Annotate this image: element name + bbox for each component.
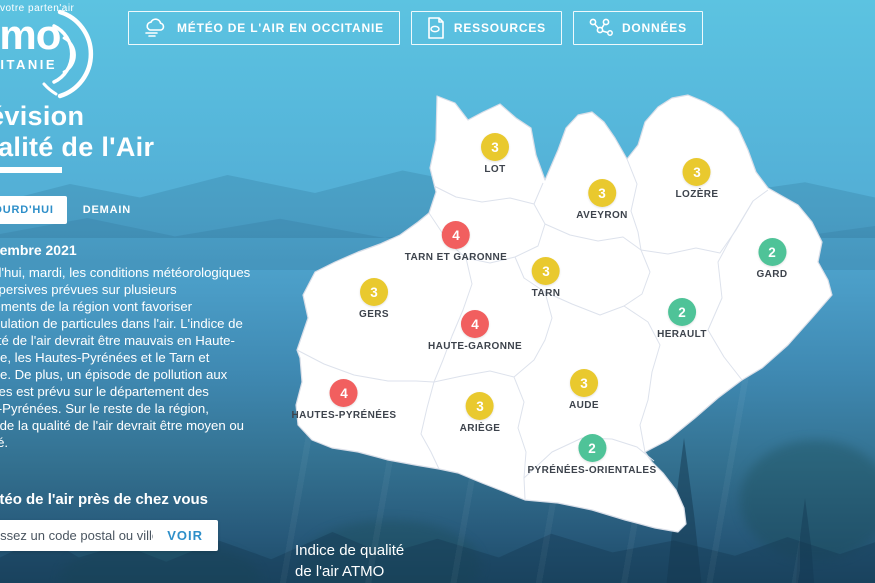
aqi-badge: 4 — [442, 221, 470, 249]
aqi-badge: 2 — [668, 298, 696, 326]
aqi-badge: 3 — [466, 392, 494, 420]
department-marker[interactable]: 4 HAUTE-GARONNE — [428, 310, 522, 352]
document-icon — [427, 17, 445, 39]
aqi-badge: 3 — [532, 257, 560, 285]
aqi-badge: 3 — [570, 369, 598, 397]
logo-swoosh-icon — [42, 6, 104, 102]
cloud-wind-icon — [144, 18, 168, 38]
page: 3 LOT 3 AVEYRON 3 LOZÈRE 2 GARD 4 TARN E… — [0, 0, 875, 583]
department-label: AUDE — [569, 400, 599, 411]
meteo-air-button[interactable]: MÉTÉO DE L'AIR EN OCCITANIE — [128, 11, 400, 45]
department-marker[interactable]: 2 PYRÉNÉES-ORIENTALES — [527, 434, 656, 476]
department-label: TARN ET GARONNE — [405, 252, 507, 263]
department-label: AVEYRON — [576, 210, 628, 221]
data-network-icon — [589, 18, 613, 38]
department-label: LOZÈRE — [676, 189, 719, 200]
tab-demain[interactable]: DEMAIN — [83, 204, 131, 216]
aqi-badge: 3 — [683, 158, 711, 186]
forecast-text: Aujourd'hui, mardi, les conditions météo… — [0, 264, 252, 451]
ressources-button[interactable]: RESSOURCES — [411, 11, 562, 45]
location-search: VOIR — [0, 520, 218, 551]
voir-button[interactable]: VOIR — [161, 528, 218, 543]
department-label: HERAULT — [657, 329, 707, 340]
aqi-badge: 4 — [461, 310, 489, 338]
department-marker[interactable]: 3 TARN — [532, 257, 561, 299]
department-label: ARIÈGE — [460, 423, 501, 434]
nav-button-label: MÉTÉO DE L'AIR EN OCCITANIE — [177, 21, 384, 35]
department-label: GARD — [756, 269, 787, 280]
department-label: PYRÉNÉES-ORIENTALES — [527, 465, 656, 476]
page-title: Prévision Qualité de l'Air — [0, 101, 154, 163]
nav-button-label: RESSOURCES — [454, 21, 546, 35]
nav-button-label: DONNÉES — [622, 21, 687, 35]
department-label: TARN — [532, 288, 561, 299]
map-caption: Indice de qualité de l'air ATMO — [295, 540, 404, 582]
department-marker[interactable]: 3 LOT — [481, 133, 509, 175]
department-marker[interactable]: 3 AVEYRON — [576, 179, 628, 221]
department-label: HAUTES-PYRÉNÉES — [292, 410, 397, 421]
tab-aujourdhui[interactable]: AUJOURD'HUI — [0, 196, 67, 224]
aqi-badge: 2 — [758, 238, 786, 266]
department-marker[interactable]: 3 GERS — [359, 278, 389, 320]
aqi-badge: 2 — [578, 434, 606, 462]
atmo-logo[interactable]: votre parten'air atmo OCCITANIE — [0, 4, 74, 71]
department-marker[interactable]: 2 GARD — [756, 238, 787, 280]
department-marker[interactable]: 2 HERAULT — [657, 298, 707, 340]
aqi-badge: 3 — [588, 179, 616, 207]
department-marker[interactable]: 3 AUDE — [569, 369, 599, 411]
department-marker[interactable]: 3 ARIÈGE — [460, 392, 501, 434]
department-label: GERS — [359, 309, 389, 320]
department-marker[interactable]: 4 HAUTES-PYRÉNÉES — [292, 379, 397, 421]
department-label: LOT — [484, 164, 505, 175]
postal-code-input[interactable] — [0, 528, 161, 543]
aqi-badge: 4 — [330, 379, 358, 407]
aqi-badge: 3 — [481, 133, 509, 161]
header-nav: MÉTÉO DE L'AIR EN OCCITANIE RESSOURCES D… — [128, 11, 703, 45]
department-label: HAUTE-GARONNE — [428, 341, 522, 352]
aqi-badge: 3 — [360, 278, 388, 306]
donnees-button[interactable]: DONNÉES — [573, 11, 703, 45]
department-marker[interactable]: 3 LOZÈRE — [676, 158, 719, 200]
title-underline — [0, 167, 62, 173]
department-marker[interactable]: 4 TARN ET GARONNE — [405, 221, 507, 263]
forecast-tabs: AUJOURD'HUI DEMAIN — [0, 196, 131, 224]
search-section-title: La météo de l'air près de chez vous — [0, 491, 208, 508]
forecast-date: 14 décembre 2021 — [0, 242, 77, 258]
